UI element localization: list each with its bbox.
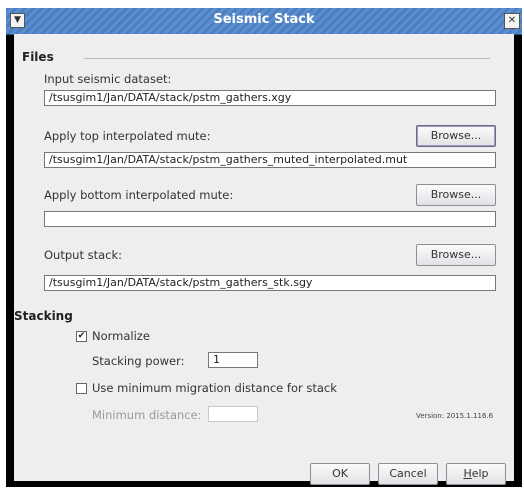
dialog-content: Files Input seismic dataset: /tsusgim1/J… xyxy=(14,34,514,485)
bottom-mute-browse-button[interactable]: Browse... xyxy=(416,184,496,206)
help-label-rest: elp xyxy=(471,467,489,480)
input-dataset-field[interactable]: /tsusgim1/Jan/DATA/stack/pstm_gathers.xg… xyxy=(44,90,496,106)
top-mute-browse-button[interactable]: Browse... xyxy=(416,125,496,147)
bottom-mute-field[interactable] xyxy=(44,211,496,227)
output-stack-label: Output stack: xyxy=(44,248,123,262)
files-section-title: Files xyxy=(22,50,54,64)
output-stack-field[interactable]: /tsusgim1/Jan/DATA/stack/pstm_gathers_st… xyxy=(44,275,496,291)
files-section-divider xyxy=(84,58,490,59)
bottom-mute-label: Apply bottom interpolated mute: xyxy=(44,188,234,202)
min-migration-label: Use minimum migration distance for stack xyxy=(92,381,337,395)
normalize-checkbox[interactable]: ✔ xyxy=(76,331,87,342)
output-stack-browse-button[interactable]: Browse... xyxy=(416,244,496,266)
help-button[interactable]: Help xyxy=(446,463,506,485)
title-bar[interactable]: ▼ Seismic Stack ✕ xyxy=(6,8,522,35)
dialog-window: ▼ Seismic Stack ✕ Files Input seismic da… xyxy=(6,8,522,487)
window-close-button[interactable]: ✕ xyxy=(504,13,520,29)
min-distance-field[interactable] xyxy=(208,406,258,422)
top-mute-label: Apply top interpolated mute: xyxy=(44,129,211,143)
input-dataset-label: Input seismic dataset: xyxy=(44,72,172,86)
stacking-power-field[interactable]: 1 xyxy=(208,352,258,368)
stacking-power-label: Stacking power: xyxy=(92,354,185,368)
top-mute-field[interactable]: /tsusgim1/Jan/DATA/stack/pstm_gathers_mu… xyxy=(44,152,496,168)
ok-button[interactable]: OK xyxy=(310,463,370,485)
check-icon: ✔ xyxy=(77,331,86,341)
version-label: Version: 2015.1.116.6 xyxy=(416,412,494,420)
stacking-section-title: Stacking xyxy=(14,309,73,323)
close-icon: ✕ xyxy=(507,15,517,26)
min-migration-checkbox[interactable] xyxy=(76,383,87,394)
min-distance-label: Minimum distance: xyxy=(92,408,202,422)
help-mnemonic: H xyxy=(463,467,472,480)
cancel-button[interactable]: Cancel xyxy=(378,463,438,485)
normalize-label: Normalize xyxy=(92,329,150,343)
window-title: Seismic Stack xyxy=(213,12,315,27)
